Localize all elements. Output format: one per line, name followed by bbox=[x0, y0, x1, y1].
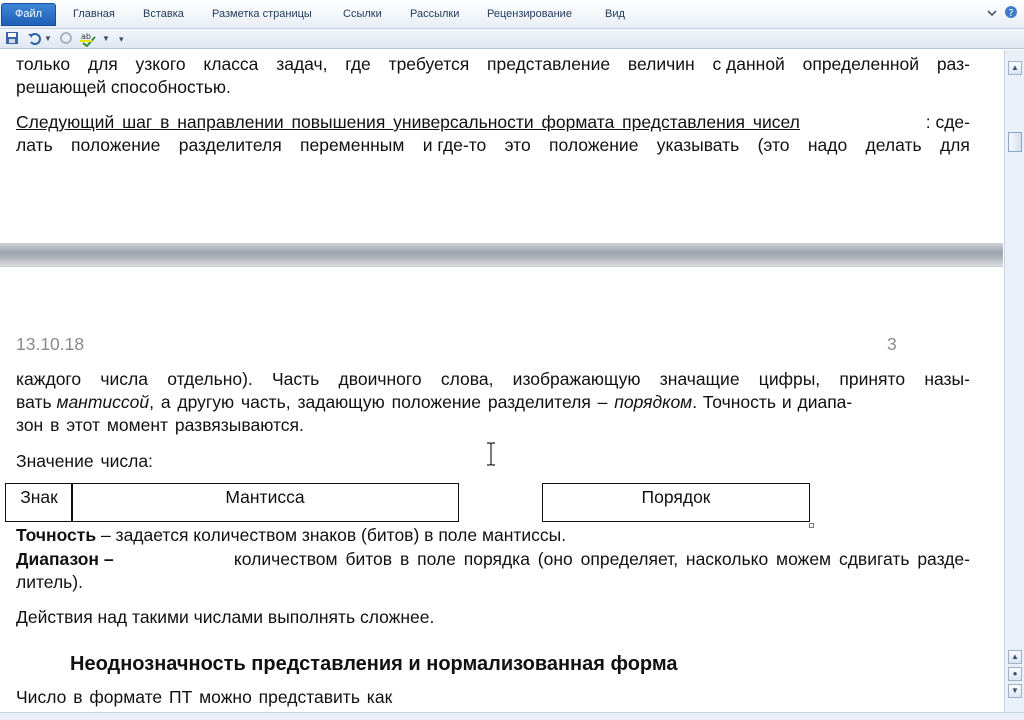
paragraph-line: решающей способностью. bbox=[16, 77, 231, 97]
horizontal-scrollbar[interactable] bbox=[0, 712, 1024, 720]
tab-file[interactable]: Файл bbox=[1, 3, 56, 26]
section-heading: Неоднозначность представления и нормализ… bbox=[70, 653, 678, 675]
table-cell-mantissa: Мантисса bbox=[71, 483, 459, 522]
save-icon[interactable] bbox=[5, 31, 19, 47]
paragraph-line: только для узкого класса задач, где требуется п… bbox=[16, 53, 970, 75]
word: принято bbox=[839, 369, 906, 389]
paragraph-line: зон в этот момент развязываются. bbox=[16, 415, 304, 435]
tab-page-layout[interactable]: Разметка страницы bbox=[212, 8, 312, 20]
spelling-icon[interactable]: ab bbox=[80, 31, 98, 48]
paragraph-line: Значение числа: bbox=[16, 451, 153, 471]
word: положение bbox=[71, 135, 161, 155]
page-break bbox=[0, 243, 1003, 266]
vertical-scrollbar[interactable]: ▲ ▲ ● ▼ bbox=[1004, 50, 1024, 712]
text-cursor-icon bbox=[486, 442, 496, 466]
word: слова, bbox=[440, 369, 494, 389]
word: числа bbox=[100, 369, 148, 389]
word: Часть bbox=[272, 369, 320, 389]
word: надо bbox=[807, 135, 848, 155]
paragraph-line: вать мантиссой , а другую часть, задающу… bbox=[16, 392, 853, 412]
page-break-line bbox=[0, 266, 1003, 267]
tab-review[interactable]: Рецензирование bbox=[487, 8, 572, 20]
paragraph-line: Следующий шаг в направлении повышения ун… bbox=[16, 112, 970, 132]
header-date: 13.10.18 bbox=[16, 334, 85, 354]
word: лать bbox=[16, 135, 53, 155]
underlined-text: Следующий шаг в направлении повышения ун… bbox=[16, 112, 800, 132]
word: задач, bbox=[276, 54, 328, 74]
word: для bbox=[87, 54, 118, 74]
word: и где-то bbox=[422, 135, 487, 155]
header-page-number: 3 bbox=[887, 334, 897, 354]
word: цифры, bbox=[758, 369, 821, 389]
ribbon-tabs: Файл Главная Вставка Разметка страницы С… bbox=[0, 0, 1024, 29]
paragraph-line: Точность – задается количеством знаков (… bbox=[16, 525, 567, 545]
paragraph-line: каждого числа отдельно). Часть двоичного слов… bbox=[16, 368, 970, 390]
word: делать bbox=[865, 135, 922, 155]
tab-home[interactable]: Главная bbox=[73, 8, 115, 20]
paragraph-line: Число в формате ПТ можно представить как bbox=[16, 687, 393, 707]
word: указывать bbox=[656, 135, 740, 155]
word: для bbox=[939, 135, 970, 155]
paragraph-line: литель). bbox=[16, 572, 83, 592]
document-area[interactable]: только для узкого класса задач, где требуется п… bbox=[0, 50, 1003, 712]
table-cell-exponent: Порядок bbox=[542, 483, 810, 522]
word: каждого bbox=[16, 369, 82, 389]
table-resize-handle[interactable] bbox=[809, 523, 814, 528]
tab-view[interactable]: Вид bbox=[605, 8, 625, 20]
word: требуется bbox=[388, 54, 470, 74]
customize-icon[interactable]: ▾ bbox=[119, 31, 124, 47]
quick-access-toolbar: ▼ ab ▼ ▾ bbox=[0, 29, 1024, 49]
word: отдельно). bbox=[167, 369, 253, 389]
table-cell-sign: Знак bbox=[5, 483, 73, 522]
browse-object-icon[interactable]: ● bbox=[1008, 667, 1022, 681]
word: где bbox=[345, 54, 371, 74]
help-icon[interactable]: ? bbox=[1004, 5, 1018, 22]
tab-references[interactable]: Ссылки bbox=[343, 8, 382, 20]
svg-text:?: ? bbox=[1008, 8, 1013, 19]
word: с данной bbox=[712, 54, 785, 74]
next-page-icon[interactable]: ▼ bbox=[1008, 684, 1022, 698]
chevron-down-icon[interactable] bbox=[987, 7, 997, 21]
word: узкого bbox=[135, 54, 186, 74]
word: назы- bbox=[924, 369, 970, 389]
word: положение bbox=[549, 135, 639, 155]
tab-mailings[interactable]: Рассылки bbox=[410, 8, 459, 20]
prev-page-icon[interactable]: ▲ bbox=[1008, 650, 1022, 664]
word: раз- bbox=[936, 54, 970, 74]
svg-text:ab: ab bbox=[81, 32, 91, 41]
word: двоичного bbox=[338, 369, 422, 389]
paragraph-line: Действия над такими числами выполнять сл… bbox=[16, 607, 435, 627]
word: это bbox=[504, 135, 531, 155]
word: изображающую bbox=[512, 369, 641, 389]
paragraph-line: Диапазон – количеством битов в поле поря… bbox=[16, 549, 970, 569]
tab-insert[interactable]: Вставка bbox=[143, 8, 184, 20]
paragraph-line: лать положение разделителя переменным и где-… bbox=[16, 134, 970, 156]
word: значащие bbox=[659, 369, 740, 389]
undo-dropdown-icon[interactable]: ▼ bbox=[44, 31, 52, 47]
spelling-dropdown-icon[interactable]: ▼ bbox=[102, 31, 110, 47]
redo-icon[interactable] bbox=[59, 31, 73, 47]
scroll-up-icon[interactable]: ▲ bbox=[1008, 61, 1022, 75]
word: класса bbox=[203, 54, 259, 74]
undo-icon[interactable] bbox=[27, 31, 41, 47]
word: разделителя bbox=[178, 135, 282, 155]
word: определенной bbox=[802, 54, 920, 74]
word: представление bbox=[487, 54, 611, 74]
word: величин bbox=[627, 54, 695, 74]
word: (это bbox=[757, 135, 790, 155]
word: переменным bbox=[300, 135, 405, 155]
word: только bbox=[16, 54, 71, 74]
scrollbar-thumb[interactable] bbox=[1008, 132, 1022, 152]
